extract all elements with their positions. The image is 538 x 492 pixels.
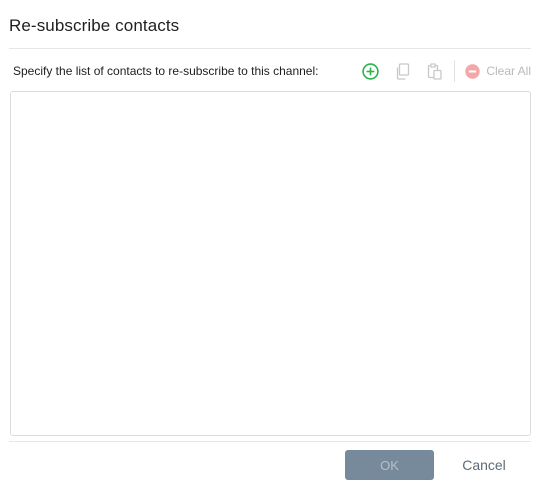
footer-divider <box>9 441 531 442</box>
header-divider <box>9 48 531 49</box>
dialog-title: Re-subscribe contacts <box>9 16 180 35</box>
paste-button[interactable] <box>418 59 450 83</box>
clear-all-label: Clear All <box>486 64 531 78</box>
ok-button[interactable]: OK <box>345 450 434 480</box>
contacts-list[interactable] <box>10 91 531 436</box>
cancel-button[interactable]: Cancel <box>447 450 521 480</box>
paste-icon <box>427 62 442 80</box>
add-contact-button[interactable] <box>354 59 386 83</box>
copy-icon <box>396 62 409 80</box>
clear-all-button[interactable]: Clear All <box>461 59 531 83</box>
list-toolbar: Clear All <box>354 59 531 83</box>
toolbar-separator <box>454 60 456 82</box>
copy-button[interactable] <box>386 59 418 83</box>
minus-circle-icon <box>465 63 481 79</box>
resubscribe-dialog: Re-subscribe contacts Specify the list o… <box>0 0 538 492</box>
instruction-text: Specify the list of contacts to re-subsc… <box>13 64 319 78</box>
plus-circle-icon <box>362 62 379 80</box>
